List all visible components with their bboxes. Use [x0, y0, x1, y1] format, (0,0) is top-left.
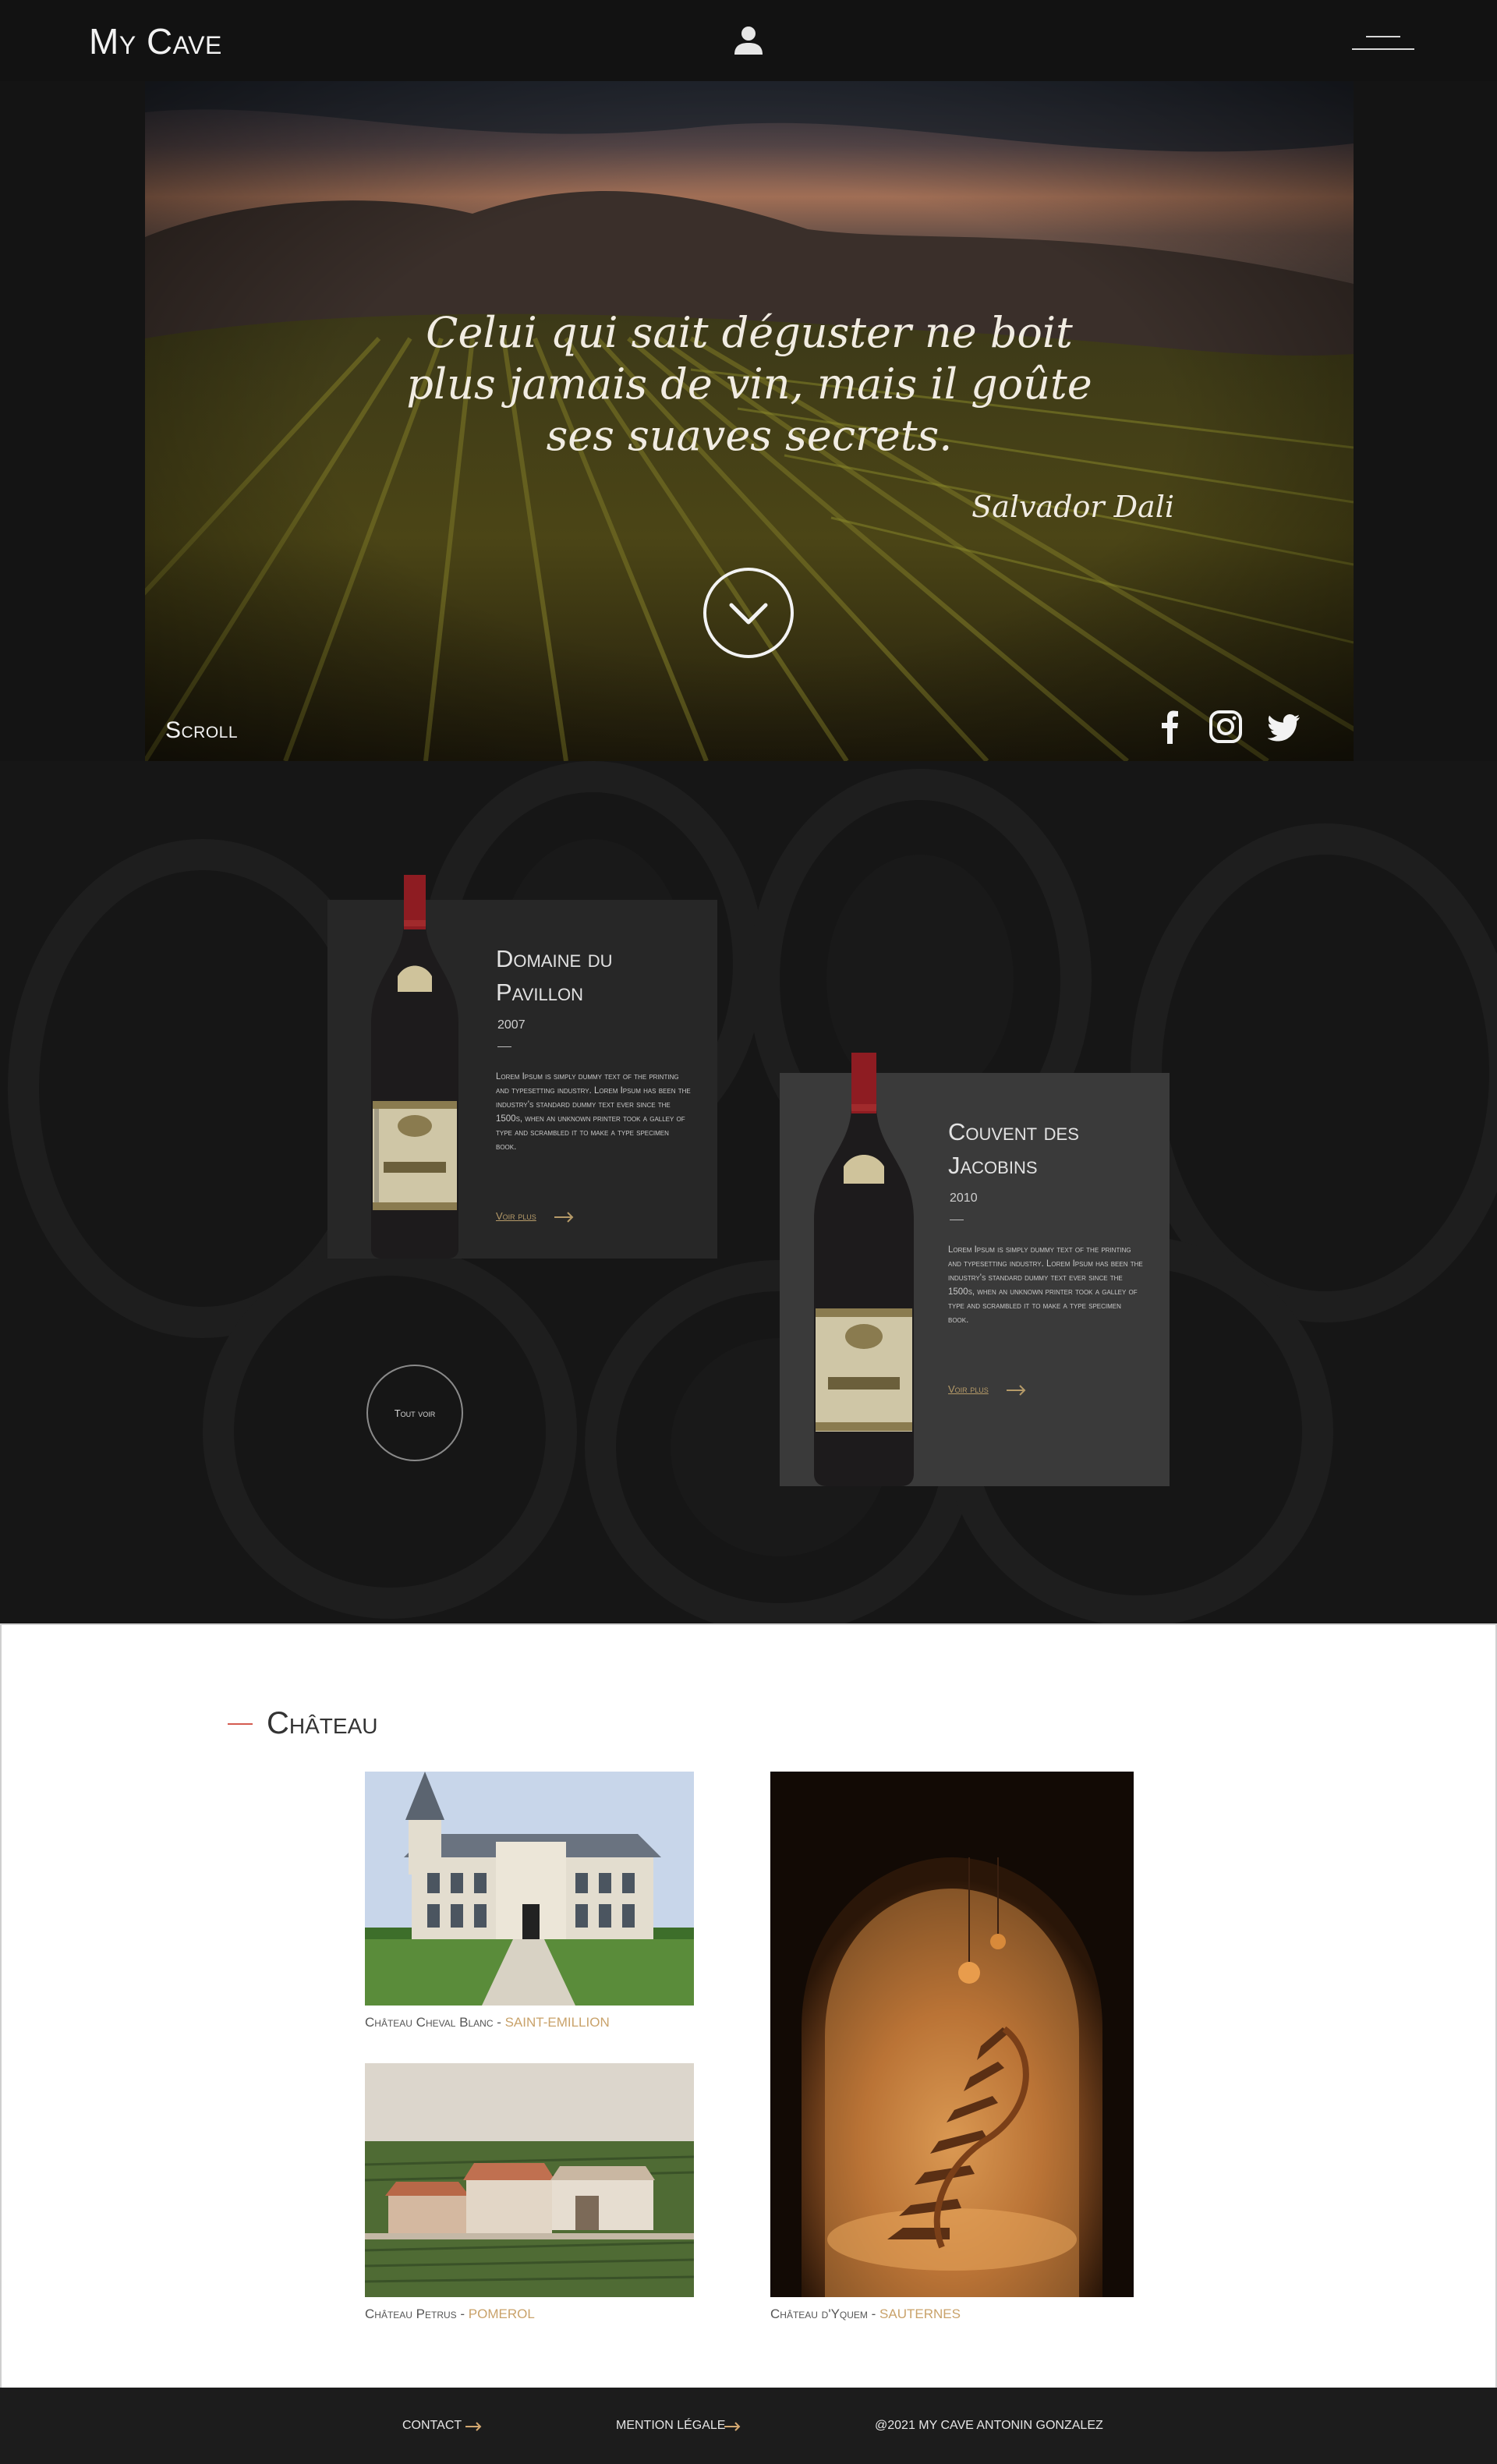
chateau-region: SAUTERNES: [879, 2306, 961, 2321]
divider: [497, 1046, 511, 1047]
chateau-cheval-blanc-image: [365, 1772, 694, 2006]
chateau-section: Château Château Cheval Blanc - SAINT-EMI…: [0, 1623, 1497, 2388]
caption-separator: -: [493, 2015, 505, 2030]
footer-legal-link[interactable]: MENTION LÉGALE: [616, 2419, 725, 2433]
wine-description: Lorem Ipsum is simply dummy text of the …: [496, 1072, 691, 1152]
see-more-link[interactable]: Voir plus: [948, 1383, 989, 1395]
see-all-label: Tout voir: [394, 1407, 436, 1419]
instagram-icon[interactable]: [1209, 710, 1243, 744]
hero-quote: Celui qui sait déguster ne boit plus jam…: [406, 308, 1092, 460]
quote-author: Salvador Dali: [971, 490, 1174, 524]
chateau-image[interactable]: [365, 1772, 694, 2006]
arrow-right-icon[interactable]: [724, 2422, 741, 2431]
wines-section: Domaine du Pavillon 2007 Lorem Ipsum is …: [0, 761, 1497, 1623]
chateau-petrus-image: [365, 2063, 694, 2297]
chevron-down-icon: [729, 603, 768, 625]
twitter-icon[interactable]: [1268, 710, 1301, 744]
wine-name: Couvent des Jacobins: [948, 1118, 1079, 1179]
chateau-name: Château Cheval Blanc: [365, 2015, 494, 2030]
user-icon[interactable]: [731, 23, 766, 58]
wine-description: Lorem Ipsum is simply dummy text of the …: [948, 1245, 1143, 1325]
chateau-caption: Château Cheval Blanc - SAINT-EMILLION: [365, 2015, 610, 2030]
footer-copyright: @2021 MY CAVE ANTONIN GONZALEZ: [875, 2419, 1103, 2432]
site-logo[interactable]: My Cave: [89, 20, 222, 62]
caption-separator: -: [867, 2306, 880, 2321]
chateau-name: Château Petrus: [365, 2306, 457, 2321]
barrel-background-image: [8, 761, 1497, 1623]
chateau-region: SAINT-EMILLION: [504, 2015, 610, 2030]
section-title: Château: [267, 1706, 378, 1740]
chateau-caption: Château d'Yquem - SAUTERNES: [770, 2306, 961, 2322]
chateau-image[interactable]: [770, 1772, 1134, 2297]
facebook-icon[interactable]: [1160, 710, 1179, 744]
chateau-image[interactable]: [365, 2063, 694, 2297]
arrow-right-icon[interactable]: [1006, 1385, 1026, 1396]
scroll-label: Scroll: [165, 717, 239, 743]
caption-separator: -: [456, 2306, 469, 2321]
chateau-region: POMEROL: [468, 2306, 535, 2321]
wine-name: Domaine du Pavillon: [496, 945, 613, 1006]
site-footer: CONTACT MENTION LÉGALE @2021 MY CAVE ANT…: [0, 2388, 1497, 2464]
wine-card[interactable]: Couvent des Jacobins 2010 Lorem Ipsum is…: [780, 1053, 1170, 1486]
section-dash: [228, 1723, 253, 1725]
menu-icon[interactable]: [1352, 36, 1414, 51]
see-more-link[interactable]: Voir plus: [496, 1210, 536, 1222]
wine-year: 2010: [950, 1191, 978, 1205]
chateau-caption: Château Petrus - POMEROL: [365, 2306, 535, 2322]
wine-bottle-image: [814, 1053, 914, 1486]
chateau-yquem-image: [770, 1772, 1134, 2297]
scroll-down-button[interactable]: [703, 568, 794, 658]
hero-banner: Celui qui sait déguster ne boit plus jam…: [145, 81, 1354, 761]
wine-bottle-image: [371, 875, 458, 1259]
chateau-name: Château d'Yquem: [770, 2306, 868, 2321]
footer-contact-link[interactable]: CONTACT: [402, 2419, 462, 2433]
wine-year: 2007: [497, 1018, 526, 1032]
see-all-button[interactable]: Tout voir: [366, 1365, 463, 1461]
arrow-right-icon[interactable]: [465, 2422, 482, 2431]
arrow-right-icon[interactable]: [554, 1212, 574, 1223]
wine-card[interactable]: Domaine du Pavillon 2007 Lorem Ipsum is …: [327, 875, 717, 1259]
site-header: My Cave: [0, 0, 1497, 81]
